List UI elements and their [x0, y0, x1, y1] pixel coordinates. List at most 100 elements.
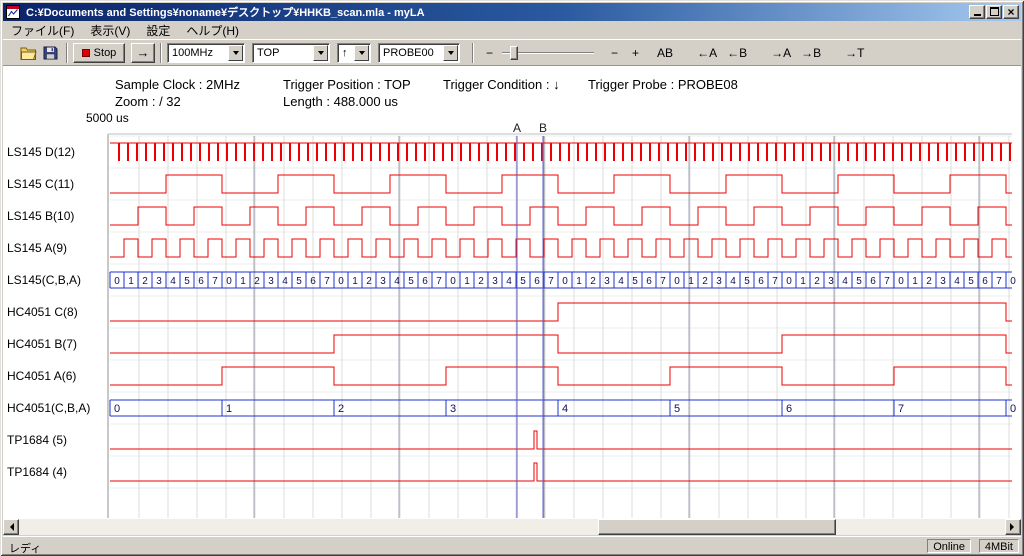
bus-value: 6	[982, 276, 988, 287]
trace-row-3	[110, 239, 1012, 257]
channel-label: LS145(C,B,A)	[7, 273, 81, 287]
bus-value: 3	[492, 276, 498, 287]
bus-value: 3	[380, 276, 386, 287]
bus-value: 7	[884, 276, 890, 287]
trace-row-2	[110, 207, 1012, 225]
scrollbar-track[interactable]	[19, 519, 1005, 535]
bus-value: 0	[114, 276, 120, 287]
bus-value: 4	[506, 276, 512, 287]
trace-row-9	[110, 431, 1012, 449]
app-window: C:¥Documents and Settings¥noname¥デスクトップ¥…	[0, 0, 1024, 556]
bus-value: 0	[1010, 276, 1016, 287]
bus-value: 7	[548, 276, 554, 287]
bus-value: 5	[408, 276, 414, 287]
trigger-probe-info: Trigger Probe : PROBE08	[588, 77, 738, 92]
bus-value: 1	[226, 403, 232, 415]
bus-value: 5	[520, 276, 526, 287]
bus-value: 1	[688, 276, 694, 287]
bus-value: 4	[394, 276, 400, 287]
bus-value: 0	[1010, 403, 1016, 415]
timebase-label: 5000 us	[86, 111, 129, 125]
bus-value: 0	[898, 276, 904, 287]
bus-value: 6	[646, 276, 652, 287]
bus-value: 3	[828, 276, 834, 287]
bus-value: 3	[450, 403, 456, 415]
cursor-a-label: A	[513, 121, 521, 135]
bus-value: 7	[898, 403, 904, 415]
bus-value: 2	[926, 276, 932, 287]
bus-value: 2	[254, 276, 260, 287]
bus-value: 6	[758, 276, 764, 287]
length-info: Length : 488.000 us	[283, 94, 398, 109]
bus-value: 4	[954, 276, 960, 287]
bus-value: 7	[324, 276, 330, 287]
trace-row-5	[110, 303, 1012, 321]
status-message: レディ	[9, 540, 41, 556]
bus-value: 3	[156, 276, 162, 287]
trigger-condition-info: Trigger Condition : ↓	[443, 77, 560, 92]
bus-value: 5	[674, 403, 680, 415]
bus-value: 5	[856, 276, 862, 287]
bus-value: 1	[912, 276, 918, 287]
bus-value: 0	[338, 276, 344, 287]
bus-value: 4	[730, 276, 736, 287]
bus-value: 1	[128, 276, 134, 287]
bus-value: 1	[576, 276, 582, 287]
channel-label: HC4051(C,B,A)	[7, 401, 90, 415]
arrow-left-icon	[6, 523, 14, 531]
trigger-position-info: Trigger Position : TOP	[283, 77, 411, 92]
bus-value: 0	[226, 276, 232, 287]
scrollbar-thumb[interactable]	[598, 519, 836, 535]
bus-value: 4	[842, 276, 848, 287]
bus-value: 6	[422, 276, 428, 287]
bus-value: 2	[702, 276, 708, 287]
bus-value: 0	[562, 276, 568, 287]
channel-label: HC4051 A(6)	[7, 369, 76, 383]
grid	[108, 134, 1012, 518]
scroll-left-button[interactable]	[3, 519, 19, 535]
bus-value: 2	[590, 276, 596, 287]
horizontal-scrollbar[interactable]	[3, 519, 1021, 535]
bus-value: 2	[142, 276, 148, 287]
channel-label: LS145 C(11)	[7, 177, 74, 191]
bus-value: 0	[674, 276, 680, 287]
bus-value: 7	[996, 276, 1002, 287]
bus-value: 5	[744, 276, 750, 287]
bus-value: 2	[366, 276, 372, 287]
bus-value: 7	[772, 276, 778, 287]
trace-row-10	[110, 463, 1012, 481]
channel-label: LS145 D(12)	[7, 145, 75, 159]
trace-row-8: 012345670	[110, 400, 1016, 416]
bus-value: 6	[534, 276, 540, 287]
bus-value: 0	[786, 276, 792, 287]
trace-row-1	[110, 175, 1012, 193]
arrow-right-icon	[1010, 523, 1018, 531]
status-online: Online	[927, 539, 971, 553]
bus-value: 1	[800, 276, 806, 287]
channel-label: LS145 A(9)	[7, 241, 67, 255]
bus-value: 2	[338, 403, 344, 415]
scroll-right-button[interactable]	[1005, 519, 1021, 535]
bus-value: 4	[618, 276, 624, 287]
bus-value: 5	[296, 276, 302, 287]
trace-row-6	[110, 335, 1012, 353]
bus-value: 6	[198, 276, 204, 287]
channel-label: TP1684 (4)	[7, 465, 67, 479]
bus-value: 3	[604, 276, 610, 287]
bus-value: 0	[114, 403, 120, 415]
status-memory: 4MBit	[979, 539, 1019, 553]
statusbar: レディ Online 4MBit	[3, 536, 1021, 553]
bus-value: 3	[716, 276, 722, 287]
channel-label: HC4051 B(7)	[7, 337, 77, 351]
bus-value: 2	[478, 276, 484, 287]
bus-value: 5	[968, 276, 974, 287]
bus-value: 5	[632, 276, 638, 287]
bus-value: 4	[282, 276, 288, 287]
zoom-info: Zoom : / 32	[115, 94, 181, 109]
bus-value: 1	[464, 276, 470, 287]
bus-value: 7	[212, 276, 218, 287]
bus-value: 4	[562, 403, 568, 415]
bus-value: 1	[240, 276, 246, 287]
bus-value: 3	[940, 276, 946, 287]
bus-value: 6	[870, 276, 876, 287]
